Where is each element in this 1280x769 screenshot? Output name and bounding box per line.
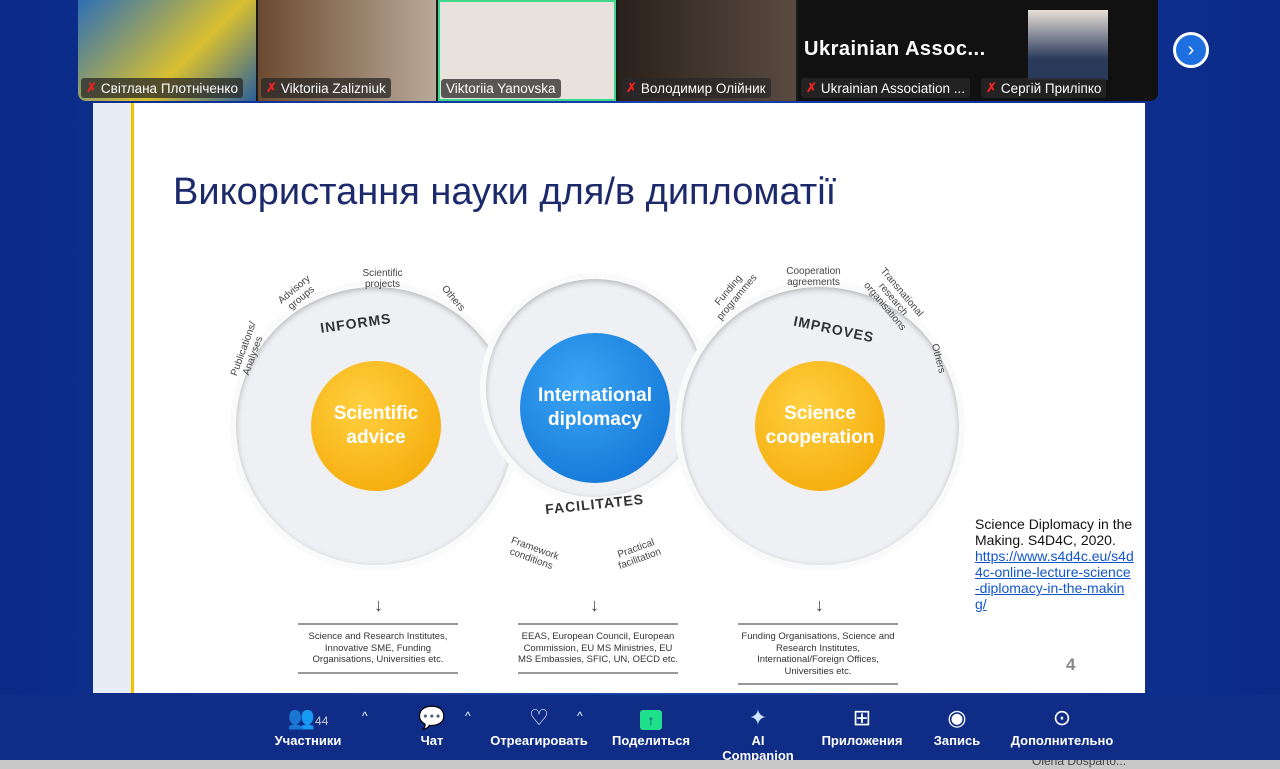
label: AI Companion xyxy=(722,733,794,763)
video-tile[interactable]: ✗ Світлана Плотніченко xyxy=(78,0,256,101)
video-tile-group[interactable]: Ukrainian Assoc... ✗ Ukrainian Associatio… xyxy=(798,0,1158,101)
participant-display-name: Ukrainian Assoc... xyxy=(804,38,986,60)
segment-label: Scientific projects xyxy=(362,268,403,290)
react-button[interactable]: ♡ Отреагировать xyxy=(490,703,588,748)
mic-muted-icon: ✗ xyxy=(986,80,997,95)
mic-muted-icon: ✗ xyxy=(266,80,277,95)
arrow-down-icon: ↓ xyxy=(590,595,599,615)
participant-name: Світлана Плотніченко xyxy=(100,80,238,96)
middle-center: International diplomacy xyxy=(520,333,670,483)
participant-name: Viktoriia Yanovska xyxy=(446,81,556,96)
participant-name: Ukrainian Association ... xyxy=(820,80,965,96)
right-targets: Funding Organisations, Science and Resea… xyxy=(738,623,898,685)
bottom-participant-name: Olena Dosparto... xyxy=(1032,760,1127,768)
mic-muted-icon: ✗ xyxy=(626,80,637,95)
record-icon: ◉ xyxy=(947,705,967,730)
participants-count: 44 xyxy=(315,714,329,728)
chevron-up-icon[interactable]: ^ xyxy=(362,709,368,723)
record-button[interactable]: ◉ Запись xyxy=(932,703,982,748)
apps-button[interactable]: ⊞ Приложения xyxy=(820,703,904,748)
arrow-down-icon: ↓ xyxy=(374,595,383,615)
more-icon: ⊙ xyxy=(1052,705,1072,730)
chevron-up-icon[interactable]: ^ xyxy=(577,709,583,723)
reference-link[interactable]: https://www.s4d4c.eu/s4d4c-online-lectur… xyxy=(975,548,1135,612)
participant-name: Viktoriia Zalizniuk xyxy=(280,80,386,96)
video-tile[interactable]: ✗ Володимир Олійник xyxy=(618,0,796,101)
segment-label: Practical facilitation xyxy=(616,537,663,572)
video-strip: ✗ Світлана Плотніченко ✗ Viktoriia Zalizni… xyxy=(78,0,1158,101)
label: Участники xyxy=(274,733,342,748)
participant-video xyxy=(1028,10,1108,80)
chevron-right-icon: › xyxy=(1187,39,1195,61)
bottom-strip: Olena Dosparto... xyxy=(0,760,1280,769)
participant-name: Володимир Олійник xyxy=(640,80,766,96)
label: Запись xyxy=(933,733,981,748)
label: Дополнительно xyxy=(1010,733,1114,748)
segment-label: Cooperation agreements xyxy=(786,266,841,288)
right-center: Science cooperation xyxy=(755,361,885,491)
share-button[interactable]: ↑ Поделиться xyxy=(612,703,690,748)
middle-targets: EEAS, European Council, European Commiss… xyxy=(518,623,678,674)
left-targets: Science and Research Institutes, Innovat… xyxy=(298,623,458,674)
slide-sidebar xyxy=(93,103,131,693)
label: Чат xyxy=(420,733,444,748)
reference: Science Diplomacy in the Making. S4D4C, … xyxy=(975,516,1135,612)
participants-button[interactable]: 👥44 Участники xyxy=(272,703,344,748)
next-page-button[interactable]: › xyxy=(1173,32,1209,68)
slide-accent-line xyxy=(131,103,134,693)
share-icon: ↑ xyxy=(640,710,662,730)
meeting-toolbar: 👥44 Участники ^ 💬 Чат ^ ♡ Отреагировать ^ ↑… xyxy=(0,695,1280,763)
video-tile[interactable]: ✗ Viktoriia Zalizniuk xyxy=(258,0,436,101)
heart-icon: ♡ xyxy=(529,705,549,730)
chat-button[interactable]: 💬 Чат xyxy=(410,703,454,748)
chevron-up-icon[interactable]: ^ xyxy=(465,709,471,723)
chat-icon: 💬 xyxy=(418,705,446,730)
left-center: Scientific advice xyxy=(311,361,441,491)
arrow-down-icon: ↓ xyxy=(815,595,824,615)
shared-slide: Використання науки для/в дипломатії Scie… xyxy=(93,103,1145,693)
slide-title: Використання науки для/в дипломатії xyxy=(173,171,837,213)
participant-name: Сергій Приліпко xyxy=(1000,80,1102,96)
mic-muted-icon: ✗ xyxy=(86,80,97,95)
slide-number: 4 xyxy=(1066,655,1076,674)
segment-label: Framework conditions xyxy=(508,535,561,573)
participants-icon: 👥 xyxy=(287,705,316,730)
ai-companion-button[interactable]: ✦ AI Companion xyxy=(714,703,802,763)
reference-text: Science Diplomacy in the Making. S4D4C, … xyxy=(975,516,1133,548)
label: Приложения xyxy=(821,733,903,748)
label: Отреагировать xyxy=(490,733,588,748)
label: Поделиться xyxy=(612,733,691,748)
video-tile-active-speaker[interactable]: Viktoriia Yanovska xyxy=(438,0,616,101)
apps-icon: ⊞ xyxy=(852,705,872,730)
mic-muted-icon: ✗ xyxy=(806,80,817,95)
more-button[interactable]: ⊙ Дополнительно xyxy=(1010,703,1114,748)
sparkle-icon: ✦ xyxy=(748,705,768,730)
